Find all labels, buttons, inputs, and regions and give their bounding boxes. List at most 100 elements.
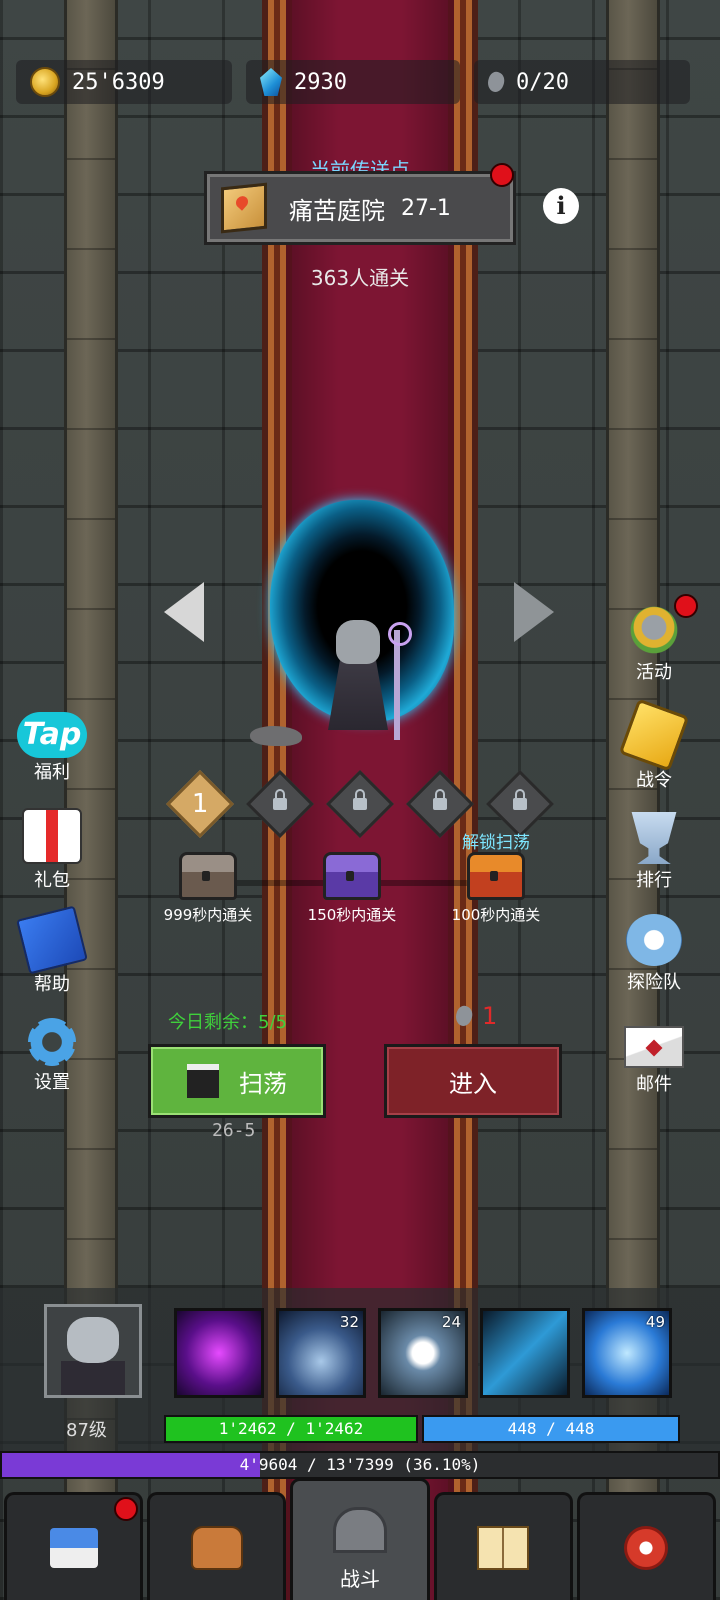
gold-counter[interactable]: 25'6309: [16, 60, 232, 104]
stone-amount: 0/20: [516, 69, 569, 95]
skill-count: 49: [645, 1313, 665, 1331]
ice-shard-skill-icon[interactable]: [480, 1308, 570, 1398]
teleport-selector[interactable]: 痛苦庭院 27-1: [204, 171, 516, 245]
xp-text: 4'9604 / 13'7399 (36.10%): [239, 1455, 481, 1474]
tap-logo: Tap: [17, 712, 87, 758]
clear-count: 363人通关: [310, 266, 410, 290]
purple-chest-icon: [323, 852, 381, 900]
hp-bar: 1'2462 / 1'2462: [164, 1415, 418, 1443]
tab-codex[interactable]: [433, 1492, 573, 1600]
white-orb-skill-icon[interactable]: 24: [378, 1308, 468, 1398]
open-book-icon: [477, 1525, 530, 1570]
player-character: [318, 620, 412, 750]
stage-2-locked[interactable]: [246, 770, 314, 838]
player-level: 87级: [66, 1420, 107, 1441]
battle-pass-button[interactable]: 战令: [612, 698, 696, 792]
info-icon[interactable]: i: [543, 188, 579, 224]
orange-chest-icon: [467, 852, 525, 900]
lock-icon: [433, 798, 447, 810]
mail-icon: [624, 1026, 684, 1068]
team-label: 探险队: [627, 972, 681, 993]
tab-bag[interactable]: [147, 1492, 287, 1600]
notification-dot: [490, 163, 514, 187]
sweep-button[interactable]: 扫荡: [148, 1044, 326, 1118]
gear-icon: [28, 1018, 76, 1066]
gift-label: 礼包: [34, 870, 70, 891]
events-label: 活动: [636, 662, 672, 683]
gift-button[interactable]: 礼包: [10, 808, 94, 892]
entry-cost-value: 1: [482, 1002, 498, 1030]
purple-vortex-skill-icon[interactable]: [174, 1308, 264, 1398]
mp-bar: 448 / 448: [422, 1415, 680, 1443]
red-emblem-icon: [624, 1525, 669, 1570]
chest-label: 150秒内通关: [307, 906, 397, 924]
previous-arrow[interactable]: [164, 582, 204, 642]
trophy-icon: [631, 812, 677, 864]
team-button[interactable]: 探险队: [612, 914, 696, 994]
skill-count: 24: [441, 1313, 461, 1331]
gift-icon: [22, 808, 82, 864]
teleport-name: 痛苦庭院: [289, 196, 385, 225]
chest-100[interactable]: 100秒内通关: [444, 852, 548, 925]
battle-pass-icon: [618, 698, 690, 772]
clapperboard-icon: [187, 1064, 219, 1098]
chest-label: 999秒内通关: [163, 906, 253, 924]
ice-shower-skill-icon[interactable]: 49: [582, 1308, 672, 1398]
teleport-stage: 27-1: [401, 195, 451, 221]
alarm-clock-icon: [626, 914, 682, 966]
stage-1[interactable]: 1: [166, 770, 234, 838]
shop-icon: [49, 1527, 98, 1568]
tab-battle[interactable]: 战斗: [290, 1478, 430, 1600]
events-notification-dot: [674, 594, 698, 618]
settings-label: 设置: [34, 1072, 70, 1093]
gem-amount: 2930: [294, 69, 347, 95]
tab-talent[interactable]: [576, 1492, 717, 1600]
remaining-attempts: 今日剩余：5/5: [168, 1012, 287, 1033]
next-arrow[interactable]: [514, 582, 554, 642]
stage-3-locked[interactable]: [326, 770, 394, 838]
lock-icon: [353, 798, 367, 810]
welfare-button[interactable]: Tap 福利: [10, 712, 94, 784]
tab-shop[interactable]: [4, 1492, 144, 1600]
tab-battle-label: 战斗: [340, 1567, 380, 1591]
help-book-icon: [16, 905, 88, 975]
rat-pet: [250, 726, 302, 746]
enter-label: 进入: [449, 1069, 497, 1098]
player-avatar[interactable]: [44, 1304, 142, 1398]
ranking-label: 排行: [636, 870, 672, 891]
stone-counter[interactable]: 0/20: [474, 60, 690, 104]
hp-text: 1'2462 / 1'2462: [218, 1419, 364, 1438]
xp-bar: 4'9604 / 13'7399 (36.10%): [0, 1451, 720, 1479]
stone-icon: [453, 1003, 475, 1029]
mail-button[interactable]: 邮件: [612, 1026, 696, 1096]
xp-fill: [2, 1453, 261, 1477]
skill-count: 32: [339, 1313, 359, 1331]
gold-amount: 25'6309: [72, 69, 165, 95]
settings-button[interactable]: 设置: [10, 1018, 94, 1094]
chest-150[interactable]: 150秒内通关: [300, 852, 404, 925]
chest-999[interactable]: 999秒内通关: [156, 852, 260, 925]
help-label: 帮助: [34, 974, 70, 995]
chest-label: 100秒内通关: [451, 906, 541, 924]
battle-pass-label: 战令: [636, 770, 672, 791]
shop-notification-dot: [114, 1497, 139, 1521]
unlock-sweep-label: 解锁扫荡: [462, 833, 530, 853]
twin-specters-skill-icon[interactable]: 32: [276, 1308, 366, 1398]
castle-gate-icon: [333, 1506, 387, 1553]
enter-button[interactable]: 进入: [384, 1044, 562, 1118]
mp-text: 448 / 448: [507, 1419, 595, 1438]
stage-selector: 1: [166, 770, 554, 838]
backpack-icon: [190, 1525, 243, 1570]
lock-icon: [513, 798, 527, 810]
help-button[interactable]: 帮助: [10, 905, 94, 996]
ranking-button[interactable]: 排行: [612, 812, 696, 892]
sweep-label: 扫荡: [239, 1069, 287, 1098]
lock-icon: [273, 798, 287, 810]
welfare-label: 福利: [34, 762, 70, 783]
grey-chest-icon: [179, 852, 237, 900]
entry-cost: 1: [453, 1002, 498, 1030]
bottom-nav: 战斗: [0, 1478, 720, 1600]
stone-icon: [485, 69, 507, 95]
gem-counter[interactable]: 2930: [246, 60, 460, 104]
knight-helmet-icon: [626, 604, 682, 656]
